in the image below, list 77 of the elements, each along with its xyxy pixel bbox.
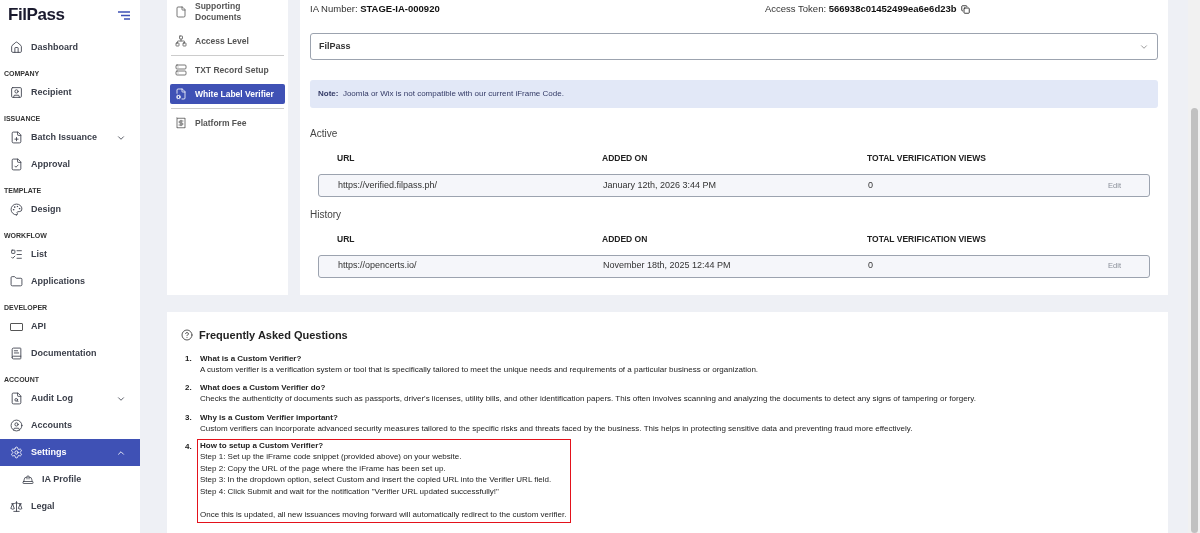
server-icon	[175, 64, 187, 76]
helmet-icon	[22, 473, 34, 486]
sidebar-item[interactable]: Audit Log	[0, 385, 140, 412]
document-gear-icon	[175, 88, 187, 100]
sidebar-subitem[interactable]: IA Profile	[0, 466, 140, 493]
sidebar-item[interactable]: Legal	[0, 493, 140, 520]
help-icon	[181, 329, 193, 342]
table-cell-text: 0	[868, 259, 874, 273]
sidebar-item[interactable]: Recipient	[0, 79, 140, 106]
table-cell-text: 0	[868, 178, 874, 192]
table-cell-text: https://opencerts.io/	[338, 259, 418, 273]
house-icon	[10, 41, 23, 54]
document-icon	[175, 6, 187, 18]
settings-menu-item[interactable]: TXT Record Setup	[170, 60, 285, 80]
folder-icon	[10, 275, 23, 288]
faq-answer: Step 4: Click Submit and wait for the notification "Verifier URL updated successfully!"	[200, 485, 500, 497]
faq-question: How to setup a Custom Verifier?	[200, 440, 325, 451]
column-header: TOTAL VERIFICATION VIEWS	[867, 232, 987, 246]
user-circle-icon	[10, 419, 23, 432]
column-header: URL	[337, 232, 356, 246]
faq-question: Why is a Custom Verifier important?	[200, 411, 339, 423]
copy-icon[interactable]	[960, 4, 970, 14]
item-number: 1.	[184, 352, 193, 365]
sidebar-item[interactable]: Approval	[0, 151, 140, 178]
sidebar-item[interactable]: Batch Issuance	[0, 124, 140, 151]
table-cell-text: November 18th, 2025 12:44 PM	[603, 259, 732, 273]
item-number: 3.	[184, 411, 193, 424]
note-text: Note: Joomla or Wix is not compatible with our current iFrame Code.	[318, 88, 564, 100]
book-icon	[10, 347, 23, 360]
item-number: 4.	[184, 441, 193, 453]
settings-menu-item[interactable]: White Label Verifier	[170, 84, 285, 104]
section-label: Active	[310, 127, 339, 141]
faq-answer: Step 3: In the dropdown option, select Custom and insert the copied URL into the Verifier URL field.	[200, 474, 553, 486]
sidebar-item[interactable]: List	[0, 241, 140, 268]
sidebar-item[interactable]: API	[0, 313, 140, 340]
verifier-dropdown[interactable]: FilPass	[310, 33, 1158, 60]
faq-answer: Checks the authenticity of documents such as passports, driver's licenses, utility bills, and other identification papers. This often involves scanning and analyzing the documents to detect any signs of tampering or forgery.	[200, 393, 976, 405]
settings-icon	[10, 446, 23, 459]
scrollbar-thumb[interactable]	[1190, 108, 1198, 533]
column-header: ADDED ON	[602, 152, 649, 165]
sidebar-item[interactable]: Design	[0, 196, 140, 223]
menu-icon[interactable]	[118, 10, 130, 20]
table-cell-text: January 12th, 2026 3:44 PM	[603, 178, 718, 192]
faq-closing-note: Once this is updated, all new issuances moving forward will automatically redirect to the custom verifier.	[200, 508, 567, 520]
ia-number: IA Number: STAGE-IA-000920	[310, 2, 440, 14]
sidebar-item[interactable]: Accounts	[0, 412, 140, 439]
document-plus-icon	[10, 131, 23, 144]
column-header: TOTAL VERIFICATION VIEWS	[867, 152, 987, 165]
section-label: History	[310, 207, 343, 222]
settings-menu-item[interactable]: Access Level	[170, 31, 285, 51]
sidebar-item[interactable]: Applications	[0, 268, 140, 295]
hierarchy-icon	[175, 35, 187, 47]
sidebar-item[interactable]: Documentation	[0, 340, 140, 367]
list-icon	[10, 248, 23, 261]
faq-title: Frequently Asked Questions	[199, 328, 348, 343]
palette-icon	[10, 203, 23, 216]
column-header: URL	[337, 152, 356, 165]
document-search-icon	[10, 392, 23, 405]
faq-question: What does a Custom Verifier do?	[200, 382, 327, 393]
column-header: ADDED ON	[602, 232, 649, 246]
settings-menu-item[interactable]: Platform Fee	[170, 113, 285, 133]
faq-answer: Custom verifiers can incorporate advanced security measures tailored to the specific risks and threats faced by the business. This helps in protecting sensitive data and preventing fraud more effectively.	[200, 422, 913, 434]
logo: FilPass	[8, 4, 65, 27]
sidebar-item[interactable]: Dashboard	[0, 34, 140, 61]
faq-answer: A custom verifier is a verification system or tool that is specifically tailored to meet the unique needs and requirements of a particular business or organization.	[200, 363, 759, 375]
faq-answer: Step 1: Set up the iFrame code snippet (provided above) on your website.	[200, 451, 463, 463]
faq-answer: Step 2: Copy the URL of the page where the iFrame has been set up.	[200, 462, 447, 474]
user-card-icon	[10, 86, 23, 99]
access-token: Access Token: 566938c01452499ea6e6d23b	[765, 1, 957, 16]
sidebar-item[interactable]: Settings	[0, 439, 140, 466]
document-check-icon	[10, 158, 23, 171]
table-cell-text: https://verified.filpass.ph/	[338, 178, 439, 192]
settings-menu-item[interactable]: Supporting Documents	[170, 1, 285, 23]
faq-question: What is a Custom Verifier?	[200, 352, 303, 364]
item-number: 2.	[184, 382, 193, 394]
scale-icon	[10, 500, 23, 513]
receipt-icon	[175, 117, 187, 129]
